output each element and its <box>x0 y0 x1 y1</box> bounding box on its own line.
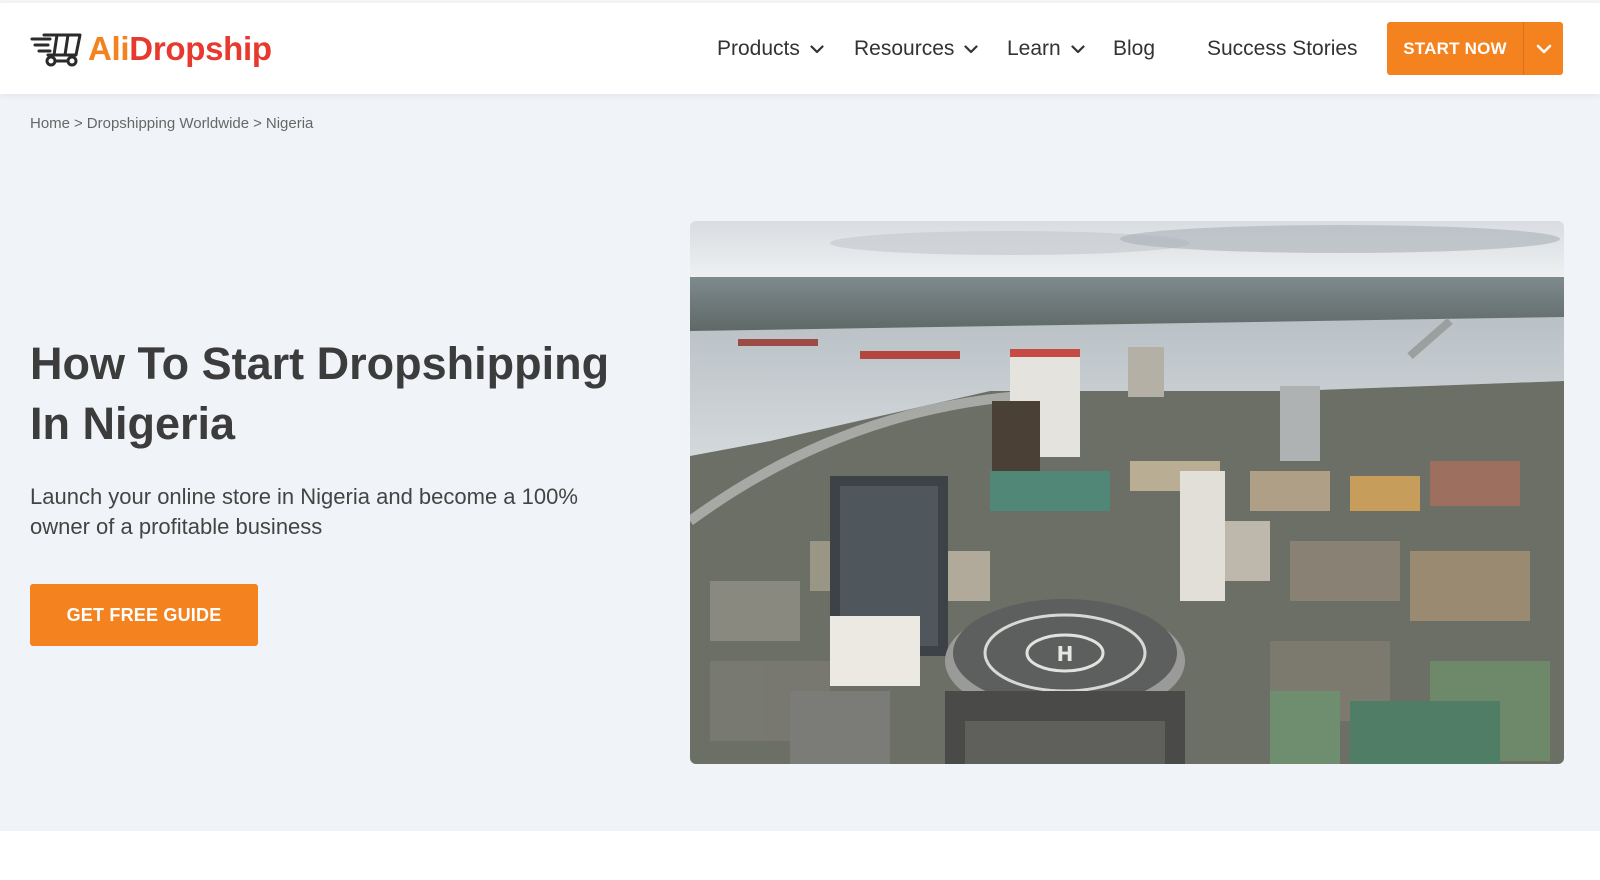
start-now-label: START NOW <box>1403 38 1507 58</box>
breadcrumb: Home > Dropshipping Worldwide > Nigeria <box>30 115 313 132</box>
logo[interactable]: AliDropship <box>30 29 272 69</box>
nav-item-resources[interactable]: Resources <box>854 29 978 69</box>
hero-subtitle-line1: Launch your online store in Nigeria and … <box>30 484 578 509</box>
hero-section: Home > Dropshipping Worldwide > Nigeria … <box>0 94 1600 831</box>
site-header: AliDropship Products Resources Learn Blo… <box>0 3 1600 94</box>
breadcrumb-separator: > <box>253 115 262 132</box>
breadcrumb-separator: > <box>74 115 83 132</box>
nav-item-label: Learn <box>1007 37 1061 60</box>
get-free-guide-button[interactable]: GET FREE GUIDE <box>30 584 258 646</box>
page-title: How To Start Dropshipping In Nigeria <box>30 334 630 454</box>
brand-name: AliDropship <box>88 30 272 68</box>
start-now-button[interactable]: START NOW <box>1387 22 1563 75</box>
page-title-line1: How To Start Dropshipping <box>30 338 610 389</box>
breadcrumb-dropshipping-worldwide[interactable]: Dropshipping Worldwide <box>87 115 249 132</box>
hero-subtitle: Launch your online store in Nigeria and … <box>30 482 590 542</box>
nav-item-learn[interactable]: Learn <box>1007 29 1085 69</box>
nav-item-blog[interactable]: Blog <box>1113 29 1155 69</box>
nav-item-products[interactable]: Products <box>717 29 824 69</box>
page-title-line2: In Nigeria <box>30 398 236 449</box>
brand-name-part2: Dropship <box>129 30 272 67</box>
nav-item-success-stories[interactable]: Success Stories <box>1207 29 1358 69</box>
aerial-city-photo: H <box>690 221 1564 764</box>
nav-item-label: Success Stories <box>1207 37 1358 60</box>
brand-name-part1: Ali <box>88 30 130 67</box>
breadcrumb-home[interactable]: Home <box>30 115 70 132</box>
chevron-down-icon <box>810 44 824 54</box>
shopping-cart-icon <box>30 33 82 67</box>
start-now-dropdown-toggle[interactable] <box>1524 22 1563 75</box>
city-illustration: H <box>690 221 1564 764</box>
page-below-hero <box>0 831 1600 880</box>
chevron-down-icon <box>1071 44 1085 54</box>
nav-item-label: Blog <box>1113 37 1156 60</box>
hero-subtitle-line2: owner of a profitable business <box>30 514 323 539</box>
nav-item-label: Resources <box>854 37 955 60</box>
chevron-down-icon <box>1536 44 1551 53</box>
svg-text:H: H <box>1057 642 1074 666</box>
nav-item-label: Products <box>717 37 800 60</box>
breadcrumb-nigeria[interactable]: Nigeria <box>266 115 314 132</box>
chevron-down-icon <box>964 44 978 54</box>
